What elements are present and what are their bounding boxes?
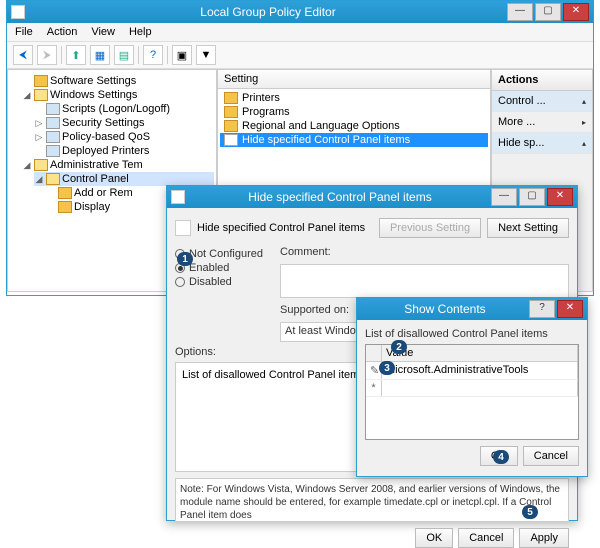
properties-button[interactable]: ▣ [172,45,192,65]
grid-col-value: Value [382,345,578,361]
tree-item[interactable]: ◢Windows Settings [22,88,214,102]
sc-help-button[interactable]: ? [529,300,555,318]
titlebar: Local Group Policy Editor — ▢ ✕ [7,1,593,23]
cancel-button[interactable]: Cancel [458,528,514,548]
show-hide-button[interactable]: ▦ [90,45,110,65]
value-grid[interactable]: Value ✎ Microsoft.AdministrativeTools * [365,344,579,440]
policy-icon [175,220,191,236]
comment-label: Comment: [280,246,331,258]
sc-close-button[interactable]: ✕ [557,300,583,318]
list-item[interactable]: Printers [220,91,488,105]
up-button[interactable]: ⬆ [66,45,86,65]
minimize-button[interactable]: — [507,3,533,21]
show-contents-title: Show Contents [361,302,529,316]
window-title: Local Group Policy Editor [29,5,507,19]
menu-help[interactable]: Help [129,26,152,38]
menu-action[interactable]: Action [47,26,78,38]
tree-item[interactable]: Software Settings [22,74,214,88]
app-icon [11,5,25,19]
list-item[interactable]: Regional and Language Options [220,119,488,133]
comment-field[interactable] [280,264,569,298]
close-button[interactable]: ✕ [563,3,589,21]
tree-item[interactable]: ◢Administrative Tem [22,158,214,172]
policy-subtitle: Hide specified Control Panel items [197,222,365,234]
dialog-close-button[interactable]: ✕ [547,188,573,206]
menubar: File Action View Help [7,23,593,42]
callout-5: 5 [522,505,538,519]
ok-button[interactable]: OK [415,528,453,548]
dialog-icon [171,190,185,204]
list-item[interactable]: Programs [220,105,488,119]
toolbar: ⮜ ⮞ ⬆ ▦ ▤ ? ▣ ▼ [7,42,593,69]
filter-button[interactable]: ▼ [196,45,216,65]
dialog-max-button[interactable]: ▢ [519,188,545,206]
maximize-button[interactable]: ▢ [535,3,561,21]
dialog-titlebar: Hide specified Control Panel items — ▢ ✕ [167,186,577,208]
value-cell[interactable]: Microsoft.AdministrativeTools [382,362,578,379]
help-button[interactable]: ? [143,45,163,65]
show-contents-dialog: Show Contents ? ✕ List of disallowed Con… [356,297,588,477]
show-contents-titlebar: Show Contents ? ✕ [357,298,587,320]
actions-title: Actions [492,70,592,91]
tree-item[interactable]: ▷Security Settings [34,116,214,130]
previous-setting-button[interactable]: Previous Setting [379,218,481,238]
list-item[interactable]: Hide specified Control Panel items [220,133,488,147]
callout-3: 3 [379,361,395,375]
grid-marker-header [366,345,382,361]
tree-item[interactable]: Deployed Printers [34,144,214,158]
tree-item[interactable]: ◢Control Panel [34,172,214,186]
tree-item[interactable]: ▷Policy-based QoS [34,130,214,144]
apply-button[interactable]: Apply [519,528,569,548]
hint-box: Note: For Windows Vista, Windows Server … [175,478,569,522]
sc-heading: List of disallowed Control Panel items [365,328,579,340]
radio-disabled[interactable]: Disabled [175,276,270,288]
export-button[interactable]: ▤ [114,45,134,65]
dialog-title: Hide specified Control Panel items [189,190,491,204]
callout-2: 2 [391,340,407,354]
tree-item[interactable]: Scripts (Logon/Logoff) [34,102,214,116]
callout-4: 4 [493,450,509,464]
callout-1: 1 [177,252,193,266]
options-line: List of disallowed Control Panel items [182,369,365,381]
next-setting-button[interactable]: Next Setting [487,218,569,238]
actions-item[interactable]: Control ...▴ [492,91,592,112]
forward-button[interactable]: ⮞ [37,45,57,65]
actions-item[interactable]: More ...▸ [492,112,592,133]
back-button[interactable]: ⮜ [13,45,33,65]
actions-item[interactable]: Hide sp...▴ [492,133,592,154]
dialog-min-button[interactable]: — [491,188,517,206]
menu-file[interactable]: File [15,26,33,38]
supported-label: Supported on: [280,304,349,316]
menu-view[interactable]: View [91,26,115,38]
list-header: Setting [218,70,490,89]
sc-cancel-button[interactable]: Cancel [523,446,579,466]
